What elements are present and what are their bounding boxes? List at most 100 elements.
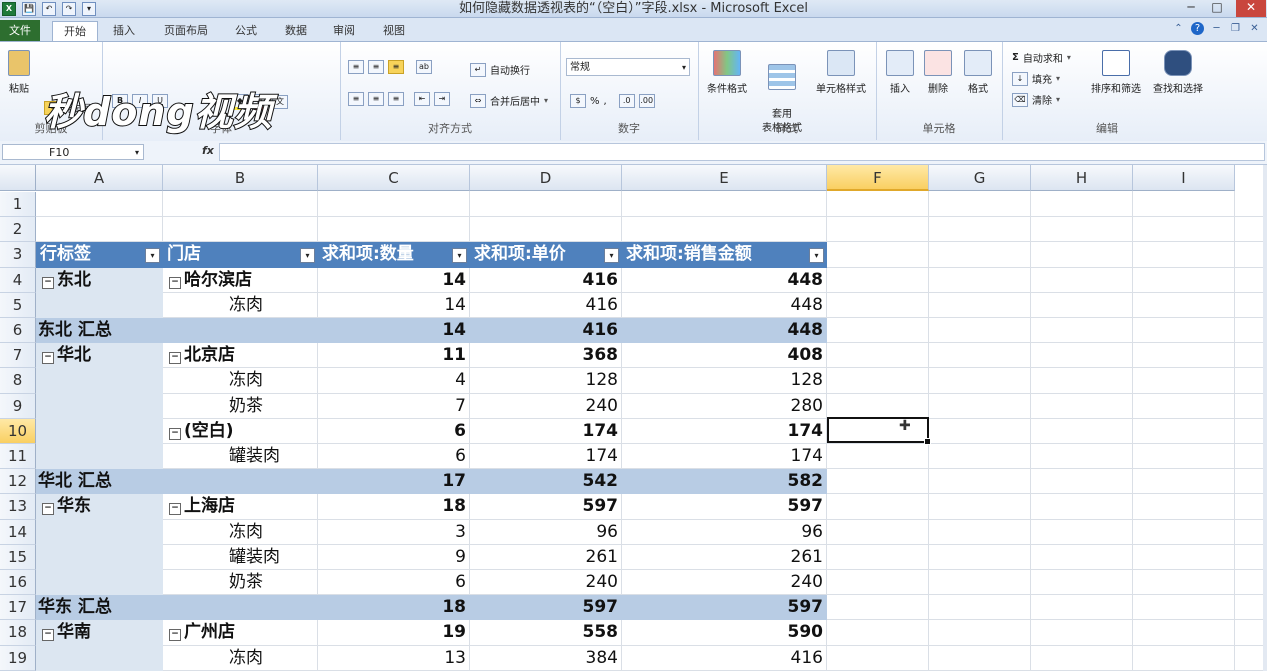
collapse-toggle-icon[interactable]: − bbox=[42, 629, 54, 642]
collapse-toggle-icon[interactable]: − bbox=[169, 503, 181, 516]
tab-home[interactable]: 开始 bbox=[52, 21, 98, 42]
comma-icon[interactable]: , bbox=[604, 96, 607, 107]
tab-file[interactable]: 文件 bbox=[0, 20, 40, 41]
merge-dropdown-icon[interactable]: ▾ bbox=[544, 96, 548, 105]
paste-button[interactable]: 粘贴 bbox=[4, 50, 34, 95]
worksheet-grid[interactable]: ABCDEFGHI 1 2 3 4 5 6 7 8 9 10 11 12 13 14 15 16 17 18 19 … bbox=[0, 165, 1267, 671]
column-header-b[interactable]: B bbox=[163, 165, 318, 191]
row-header-19[interactable]: 19 bbox=[0, 645, 36, 671]
column-header-g[interactable]: G bbox=[929, 165, 1031, 191]
cell-styles-button[interactable]: 单元格样式 bbox=[810, 50, 872, 95]
collapse-toggle-icon[interactable]: − bbox=[169, 352, 181, 365]
row-header-18[interactable]: 18 bbox=[0, 620, 36, 646]
sort-filter-button[interactable]: 排序和筛选 bbox=[1086, 50, 1146, 95]
tab-data[interactable]: 数据 bbox=[276, 21, 316, 41]
row-header-9[interactable]: 9 bbox=[0, 393, 36, 419]
filter-dropdown-icon[interactable]: ▾ bbox=[300, 248, 315, 264]
collapse-toggle-icon[interactable]: − bbox=[169, 276, 181, 289]
row-header-15[interactable]: 15 bbox=[0, 544, 36, 570]
number-format-select[interactable]: 常规 ▾ bbox=[566, 58, 690, 76]
percent-icon[interactable]: % bbox=[590, 96, 600, 107]
vertical-scrollbar[interactable] bbox=[1263, 165, 1267, 671]
row-header-17[interactable]: 17 bbox=[0, 595, 36, 621]
row-header-1[interactable]: 1 bbox=[0, 192, 36, 218]
column-header-e[interactable]: E bbox=[622, 165, 827, 191]
align-center-icon[interactable]: ≡ bbox=[368, 92, 384, 106]
column-header-c[interactable]: C bbox=[318, 165, 470, 191]
format-cells-button[interactable]: 格式 bbox=[960, 50, 996, 95]
filter-dropdown-icon[interactable]: ▾ bbox=[145, 248, 160, 264]
row-header-5[interactable]: 5 bbox=[0, 292, 36, 318]
column-header-d[interactable]: D bbox=[470, 165, 622, 191]
ribbon-collapse-icon[interactable]: ⌃ bbox=[1172, 22, 1185, 35]
row-header-3[interactable]: 3 bbox=[0, 242, 36, 268]
wrap-text-button[interactable]: ↵ 自动换行 bbox=[470, 62, 530, 77]
insert-function-icon[interactable]: fx bbox=[202, 144, 214, 157]
chevron-down-icon: ▾ bbox=[134, 148, 139, 157]
formula-input[interactable] bbox=[219, 143, 1265, 161]
align-right-icon[interactable]: ≡ bbox=[388, 92, 404, 106]
column-header-f[interactable]: F bbox=[827, 165, 929, 191]
fill-handle[interactable] bbox=[924, 438, 931, 445]
column-header-i[interactable]: I bbox=[1133, 165, 1235, 191]
collapse-toggle-icon[interactable]: − bbox=[42, 503, 54, 516]
collapse-toggle-icon[interactable]: − bbox=[169, 629, 181, 642]
help-icon[interactable]: ? bbox=[1191, 22, 1204, 35]
close-button[interactable]: ✕ bbox=[1236, 0, 1266, 17]
increase-indent-icon[interactable]: ⇥ bbox=[434, 92, 450, 106]
active-cell-f10[interactable] bbox=[827, 417, 931, 445]
workbook-minimize-icon[interactable]: ─ bbox=[1210, 22, 1223, 35]
align-left-icon[interactable]: ≡ bbox=[348, 92, 364, 106]
align-top-icon[interactable]: ≡ bbox=[348, 60, 364, 74]
workbook-restore-icon[interactable]: ❐ bbox=[1229, 22, 1242, 35]
number-group-label: 数字 bbox=[618, 122, 640, 135]
row-header-4[interactable]: 4 bbox=[0, 267, 36, 293]
row-header-6[interactable]: 6 bbox=[0, 318, 36, 344]
collapse-toggle-icon[interactable]: − bbox=[169, 427, 181, 440]
workbook-close-icon[interactable]: ✕ bbox=[1248, 22, 1261, 35]
select-all-corner[interactable] bbox=[0, 165, 36, 191]
tab-review[interactable]: 审阅 bbox=[324, 21, 364, 41]
minimize-button[interactable]: ─ bbox=[1180, 0, 1202, 17]
decrease-indent-icon[interactable]: ⇤ bbox=[414, 92, 430, 106]
merge-center-button[interactable]: ⇔ 合并后居中 ▾ bbox=[470, 93, 548, 108]
collapse-toggle-icon[interactable]: − bbox=[42, 276, 54, 289]
align-bottom-icon[interactable]: ≡ bbox=[388, 60, 404, 74]
increase-decimal-icon[interactable]: .0 bbox=[618, 94, 635, 108]
filter-dropdown-icon[interactable]: ▾ bbox=[452, 248, 467, 264]
store-text: 奶茶 bbox=[229, 395, 263, 416]
column-header-a[interactable]: A bbox=[36, 165, 163, 191]
row-header-13[interactable]: 13 bbox=[0, 494, 36, 520]
align-middle-icon[interactable]: ≡ bbox=[368, 60, 384, 74]
tab-formulas[interactable]: 公式 bbox=[226, 21, 266, 41]
table-icon bbox=[768, 64, 796, 90]
row-header-2[interactable]: 2 bbox=[0, 217, 36, 243]
name-box[interactable]: F10 ▾ bbox=[2, 144, 144, 160]
decrease-decimal-icon[interactable]: .00 bbox=[638, 94, 655, 108]
row-header-10[interactable]: 10 bbox=[0, 418, 36, 444]
autosum-button[interactable]: Σ 自动求和 ▾ bbox=[1012, 50, 1071, 65]
collapse-toggle-icon[interactable]: − bbox=[42, 352, 54, 365]
row-header-7[interactable]: 7 bbox=[0, 343, 36, 369]
clear-button[interactable]: ⌫ 清除 ▾ bbox=[1012, 92, 1060, 107]
tab-insert[interactable]: 插入 bbox=[104, 21, 144, 41]
row-header-12[interactable]: 12 bbox=[0, 469, 36, 495]
currency-icon[interactable]: $ bbox=[570, 94, 586, 108]
row-header-14[interactable]: 14 bbox=[0, 519, 36, 545]
filter-dropdown-icon[interactable]: ▾ bbox=[809, 248, 824, 264]
tab-view[interactable]: 视图 bbox=[374, 21, 414, 41]
fill-button[interactable]: ↓ 填充 ▾ bbox=[1012, 71, 1060, 86]
column-header-h[interactable]: H bbox=[1031, 165, 1133, 191]
maximize-button[interactable]: □ bbox=[1206, 0, 1228, 17]
region-label: − 华南 bbox=[38, 620, 163, 645]
delete-cells-button[interactable]: 删除 bbox=[920, 50, 956, 95]
row-header-8[interactable]: 8 bbox=[0, 368, 36, 394]
row-header-16[interactable]: 16 bbox=[0, 570, 36, 596]
find-select-button[interactable]: 查找和选择 bbox=[1148, 50, 1208, 95]
row-header-11[interactable]: 11 bbox=[0, 444, 36, 470]
conditional-format-button[interactable]: 条件格式 bbox=[702, 50, 752, 95]
tab-page-layout[interactable]: 页面布局 bbox=[154, 21, 218, 41]
insert-cells-button[interactable]: 插入 bbox=[882, 50, 918, 95]
filter-dropdown-icon[interactable]: ▾ bbox=[604, 248, 619, 264]
orientation-icon[interactable]: ab bbox=[416, 60, 432, 74]
